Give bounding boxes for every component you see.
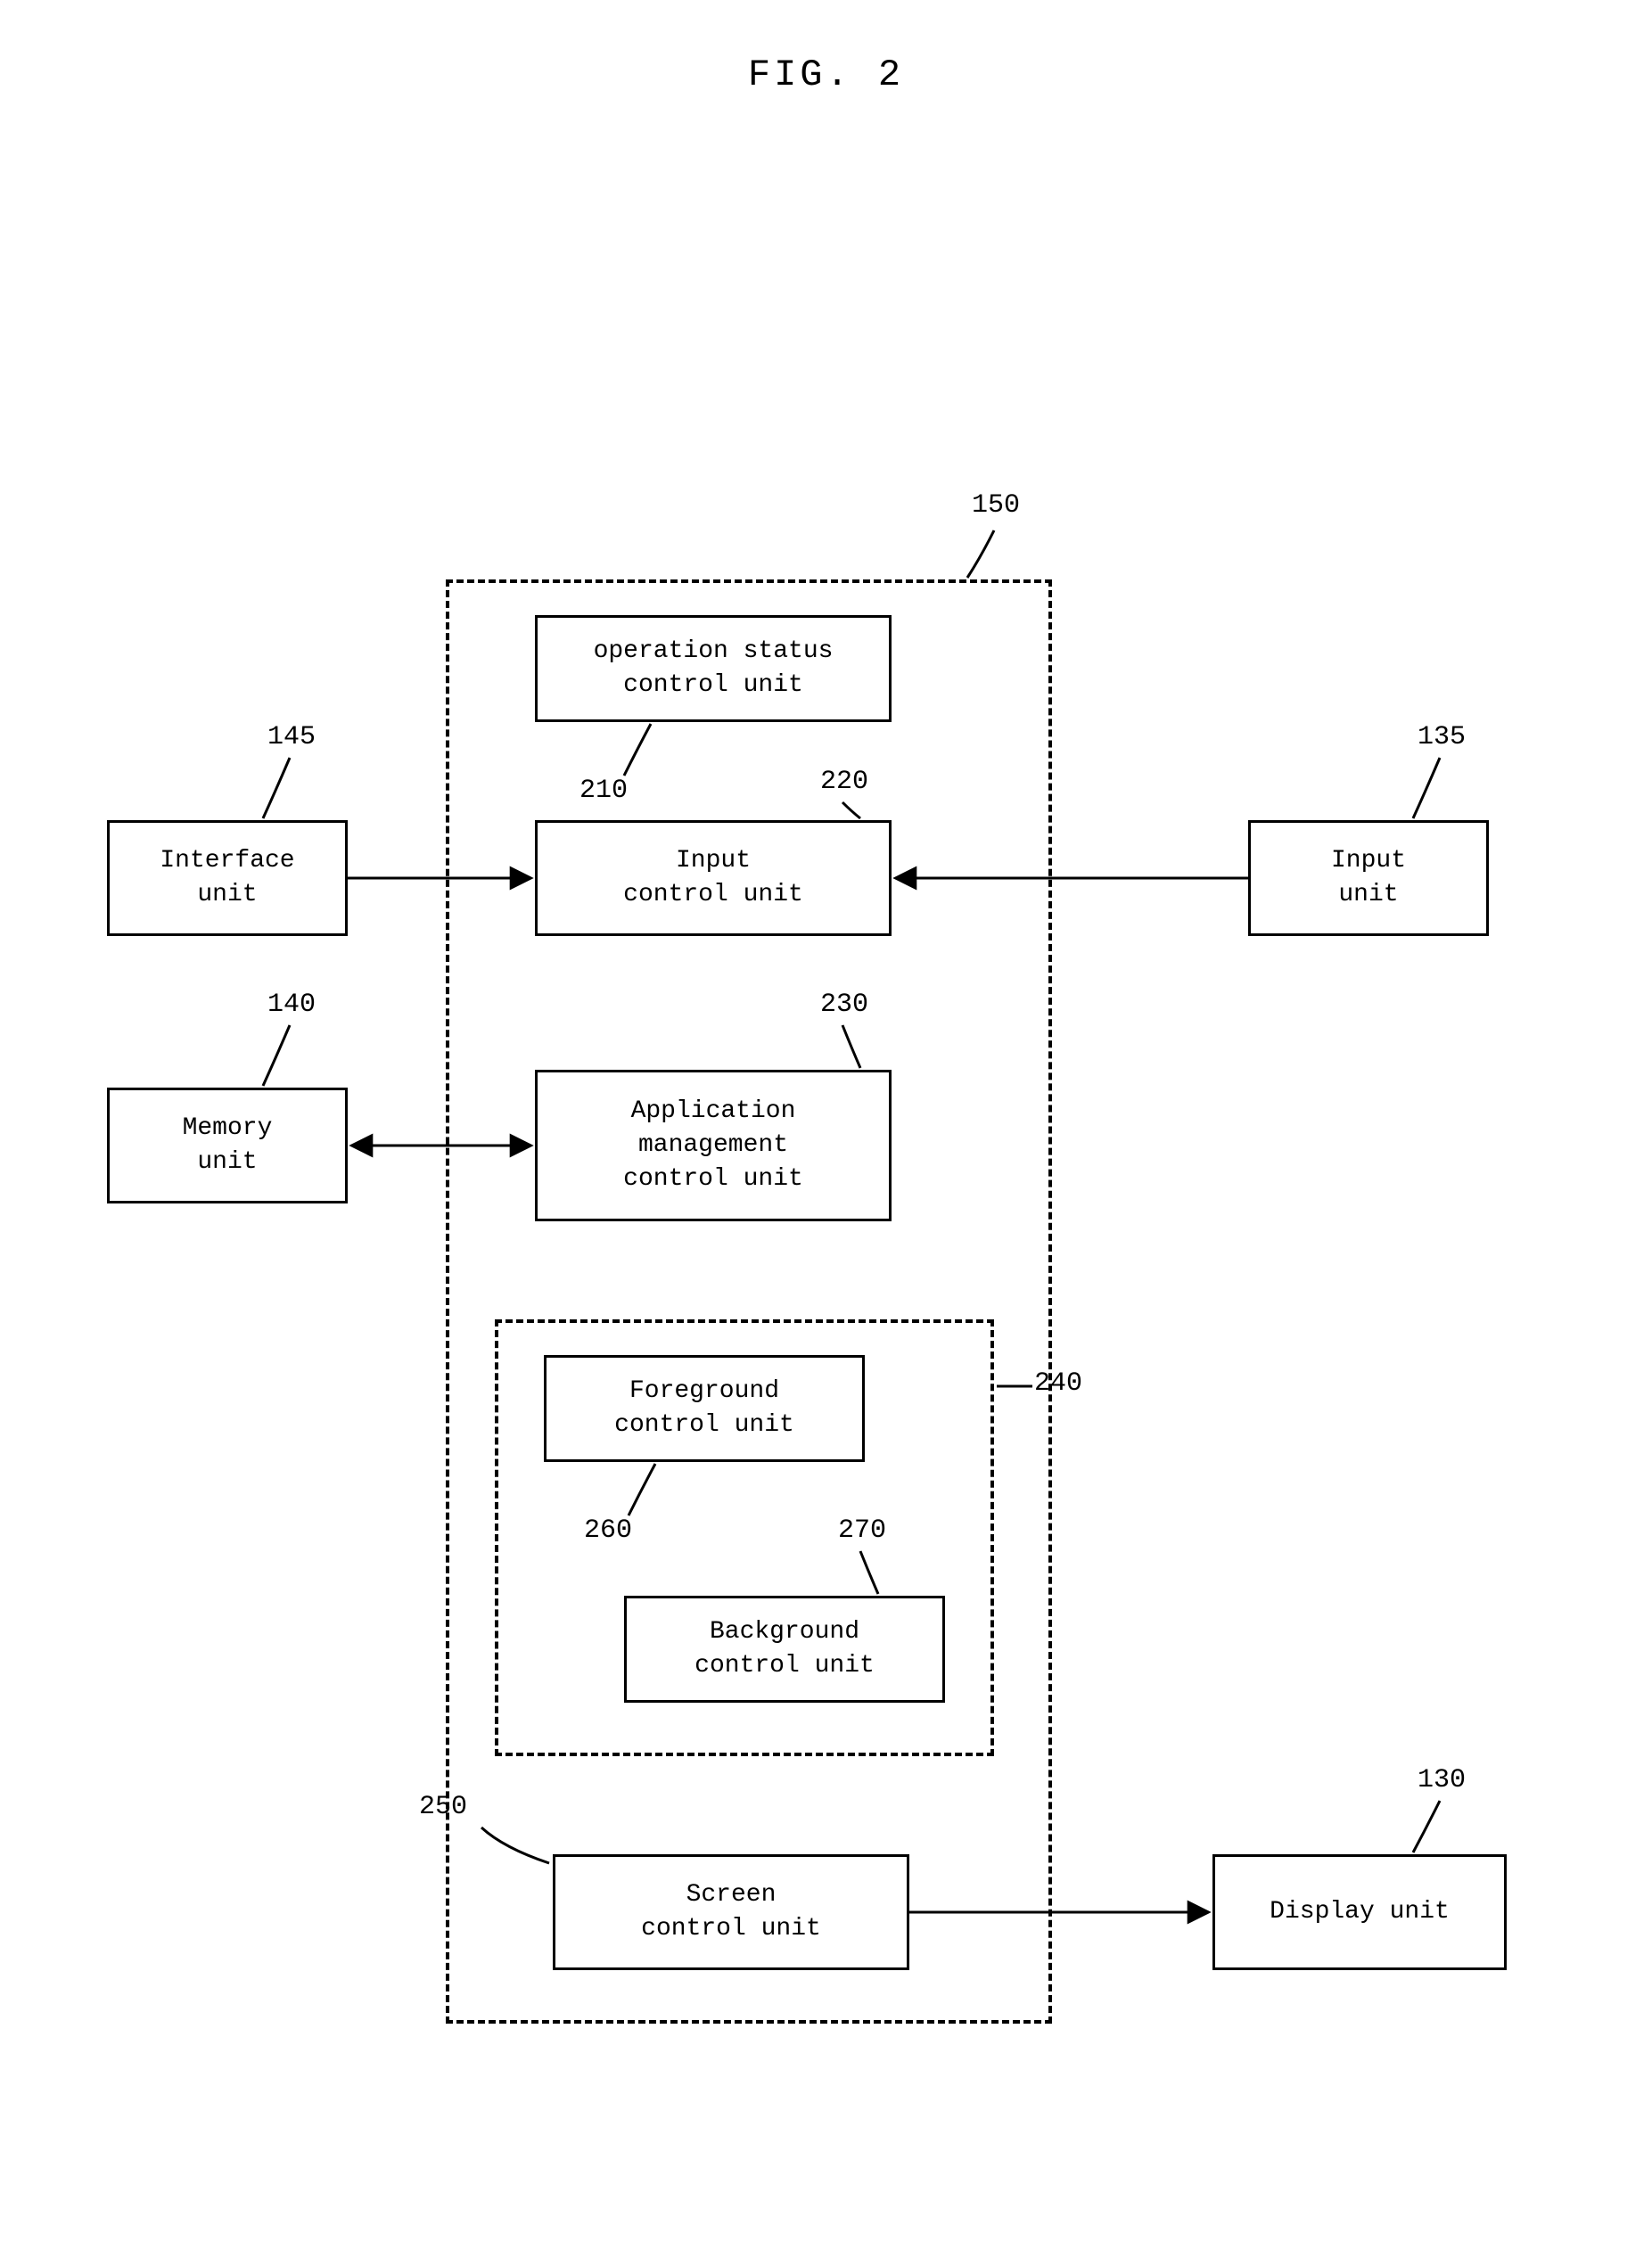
label-260: 260 — [584, 1515, 632, 1546]
label-135: 135 — [1418, 722, 1466, 752]
box-foreground-control-unit: Foreground control unit — [544, 1355, 865, 1462]
box-screen-control-unit: Screen control unit — [553, 1854, 909, 1970]
box-input-unit: Input unit — [1248, 820, 1489, 936]
label-220: 220 — [820, 767, 868, 797]
box-display-unit: Display unit — [1212, 1854, 1507, 1970]
label-240: 240 — [1034, 1368, 1082, 1399]
label-270: 270 — [838, 1515, 886, 1546]
label-140: 140 — [267, 990, 316, 1020]
label-210: 210 — [579, 776, 628, 806]
label-130: 130 — [1418, 1765, 1466, 1795]
box-interface-unit: Interface unit — [107, 820, 348, 936]
label-145: 145 — [267, 722, 316, 752]
diagram-stage: FIG. 2 150 Interface unit 145 Input unit… — [0, 0, 1652, 2267]
label-150: 150 — [972, 490, 1020, 521]
label-250: 250 — [419, 1792, 467, 1822]
container-150 — [446, 579, 1052, 2024]
figure-title: FIG. 2 — [0, 53, 1652, 96]
box-input-control-unit: Input control unit — [535, 820, 892, 936]
label-230: 230 — [820, 990, 868, 1020]
box-operation-status-control-unit: operation status control unit — [535, 615, 892, 722]
box-background-control-unit: Background control unit — [624, 1596, 945, 1703]
box-memory-unit: Memory unit — [107, 1088, 348, 1203]
box-application-management-control-unit: Application management control unit — [535, 1070, 892, 1221]
